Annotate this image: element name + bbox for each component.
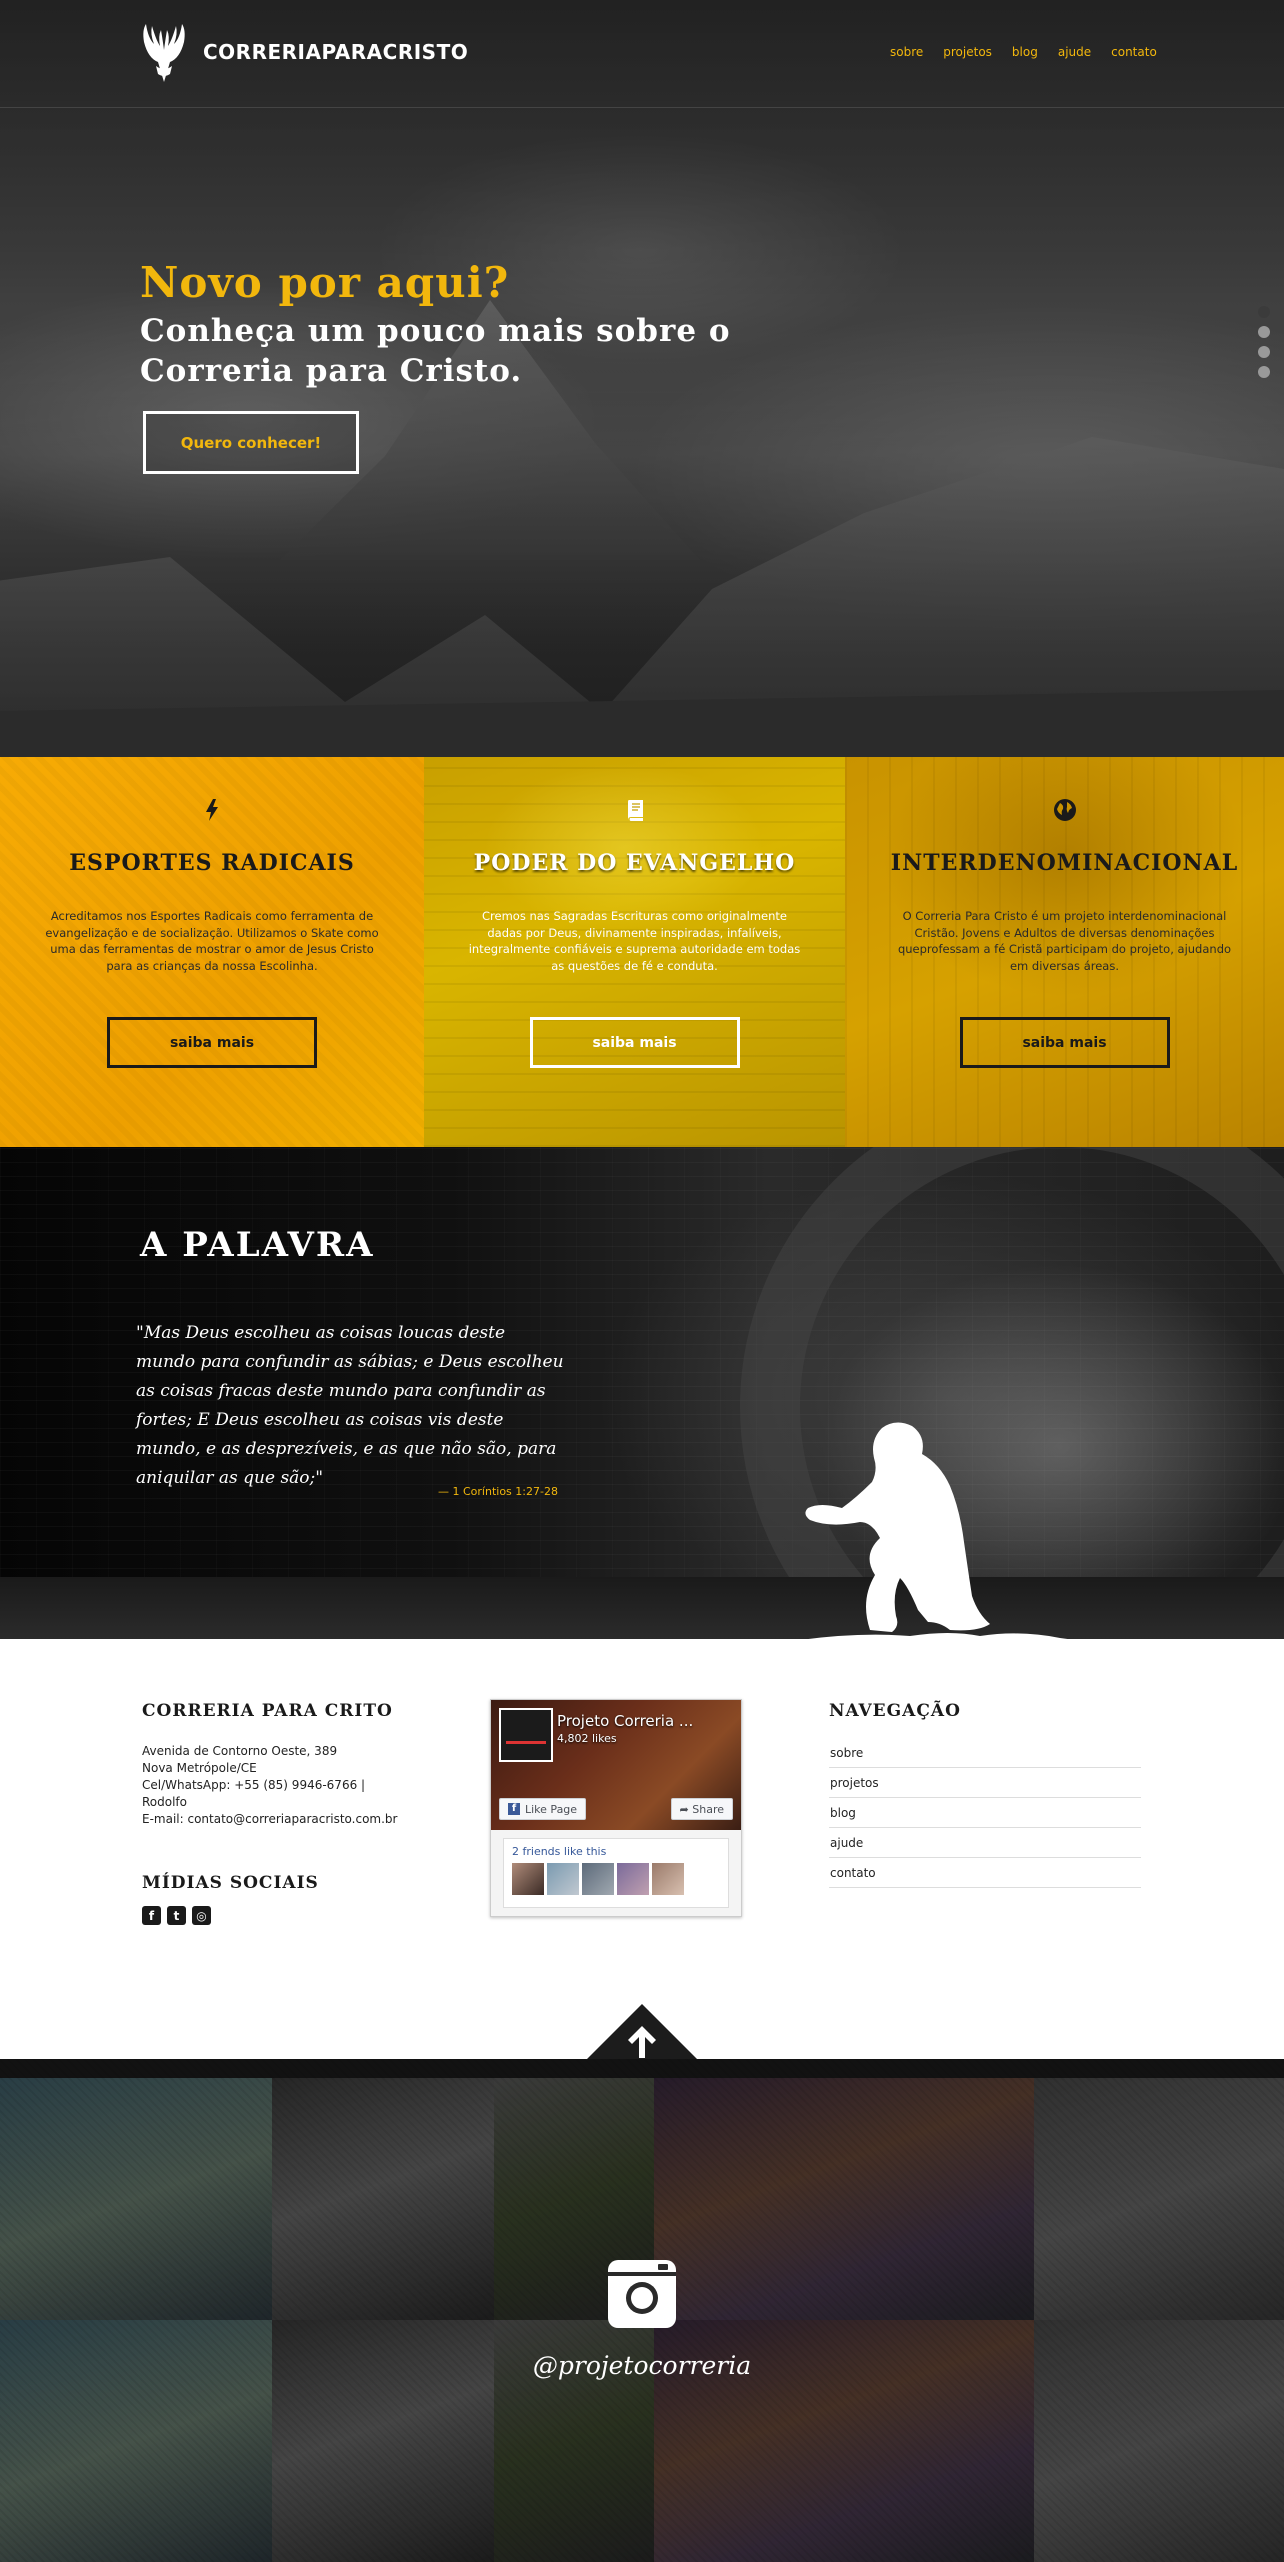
facebook-friends-box: 2 friends like this <box>503 1838 729 1908</box>
email-line[interactable]: E-mail: contato@correriaparacristo.com.b… <box>142 1811 412 1828</box>
saiba-mais-button[interactable]: saiba mais <box>959 1017 1170 1068</box>
arrow-up-icon[interactable] <box>626 2024 658 2060</box>
facebook-share-button[interactable]: ➦ Share <box>670 1798 733 1820</box>
footer-nav-sobre[interactable]: sobre <box>829 1738 1141 1768</box>
main-nav: sobre projetos blog ajude contato <box>890 45 1157 59</box>
nav-item-ajude[interactable]: ajude <box>1058 45 1091 59</box>
instagram-camera-icon[interactable] <box>608 2260 676 2328</box>
friend-avatar[interactable] <box>512 1863 544 1895</box>
contact-address: Avenida de Contorno Oeste, 389 Nova Metr… <box>142 1743 412 1828</box>
bible-quote: "Mas Deus escolheu as coisas loucas dest… <box>136 1323 564 1488</box>
feature-title: ESPORTES RADICAIS <box>69 850 355 876</box>
globe-icon <box>1053 799 1076 821</box>
nav-item-projetos[interactable]: projetos <box>943 45 992 59</box>
feature-interdenominacional: INTERDENOMINACIONAL O Correria Para Cris… <box>845 757 1284 1147</box>
footer-nav-ajude[interactable]: ajude <box>829 1828 1141 1858</box>
feature-title: INTERDENOMINACIONAL <box>890 850 1239 876</box>
nav-item-blog[interactable]: blog <box>1012 45 1038 59</box>
praying-man-silhouette <box>800 1422 1090 1650</box>
share-label: Share <box>692 1802 724 1816</box>
facebook-page-widget[interactable]: Projeto Correria ... 4,802 likes f Like P… <box>490 1699 742 1917</box>
facebook-page-name[interactable]: Projeto Correria ... <box>557 1712 693 1730</box>
slider-dot[interactable] <box>1258 366 1270 378</box>
section-title: A PALAVRA <box>140 1225 375 1265</box>
slider-dots <box>1258 306 1270 386</box>
bible-citation: — 1 Coríntios 1:27-28 <box>438 1485 558 1498</box>
about-title: CORRERIA PARA CRITO <box>142 1701 393 1721</box>
wings-logo-icon[interactable] <box>142 22 186 84</box>
feature-esportes-radicais: ESPORTES RADICAIS Acreditamos nos Esport… <box>0 757 424 1147</box>
feature-text: O Correria Para Cristo é um projeto inte… <box>897 909 1232 973</box>
saiba-mais-button[interactable]: saiba mais <box>107 1017 317 1068</box>
feature-text: Acreditamos nos Esportes Radicais como f… <box>45 909 379 973</box>
friend-avatar[interactable] <box>582 1863 614 1895</box>
slider-dot[interactable] <box>1258 306 1270 318</box>
social-title: MÍDIAS SOCIAIS <box>142 1873 319 1893</box>
twitter-icon[interactable]: t <box>167 1906 186 1925</box>
friend-avatars <box>512 1863 684 1895</box>
address-line: Nova Metrópole/CE <box>142 1761 257 1775</box>
nav-title: NAVEGAÇÃO <box>829 1701 961 1721</box>
features-section: ESPORTES RADICAIS Acreditamos nos Esport… <box>0 757 1284 1147</box>
footer-nav-blog[interactable]: blog <box>829 1798 1141 1828</box>
facebook-page-avatar[interactable] <box>499 1708 553 1762</box>
book-icon <box>627 800 643 821</box>
brand-name[interactable]: CORRERIAPARACRISTO <box>203 40 468 64</box>
lightning-icon <box>206 799 218 821</box>
address-line: Avenida de Contorno Oeste, 389 <box>142 1744 338 1758</box>
friend-avatar[interactable] <box>652 1863 684 1895</box>
friend-avatar[interactable] <box>547 1863 579 1895</box>
friend-avatar[interactable] <box>617 1863 649 1895</box>
feature-text: Cremos nas Sagradas Escrituras como orig… <box>468 909 801 973</box>
quero-conhecer-button[interactable]: Quero conhecer! <box>143 411 359 474</box>
social-links: f t ◎ <box>142 1906 211 1925</box>
facebook-icon: f <box>508 1803 520 1815</box>
nav-item-contato[interactable]: contato <box>1111 45 1157 59</box>
slider-dot[interactable] <box>1258 326 1270 338</box>
footer-info: CORRERIA PARA CRITO Avenida de Contorno … <box>0 1639 1284 2059</box>
friends-like-text[interactable]: 2 friends like this <box>512 1845 606 1858</box>
feature-title: PODER DO EVANGELHO <box>473 850 796 876</box>
slider-dot[interactable] <box>1258 346 1270 358</box>
facebook-icon[interactable]: f <box>142 1906 161 1925</box>
facebook-like-button[interactable]: f Like Page <box>499 1798 587 1820</box>
footer-nav-projetos[interactable]: projetos <box>829 1768 1141 1798</box>
top-navbar: CORRERIAPARACRISTO sobre projetos blog a… <box>0 0 1284 108</box>
share-icon: ➦ <box>679 1802 693 1816</box>
saiba-mais-button[interactable]: saiba mais <box>529 1017 740 1068</box>
nav-item-sobre[interactable]: sobre <box>890 45 923 59</box>
facebook-likes-count: 4,802 likes <box>557 1732 617 1745</box>
like-label: Like Page <box>525 1802 578 1816</box>
hero-text: Novo por aqui? Conheça um pouco mais sob… <box>140 258 740 391</box>
footer-nav-contato[interactable]: contato <box>829 1858 1141 1888</box>
instagram-icon[interactable]: ◎ <box>192 1906 211 1925</box>
hero-title: Novo por aqui? <box>140 258 510 307</box>
phone-line: Cel/WhatsApp: +55 (85) 9946-6766 | Rodol… <box>142 1778 366 1809</box>
instagram-handle[interactable]: @projetocorreria <box>0 2351 1284 2380</box>
hero-subtitle: Conheça um pouco mais sobre o Correria p… <box>140 313 731 389</box>
feature-poder-do-evangelho: PODER DO EVANGELHO Cremos nas Sagradas E… <box>424 757 845 1147</box>
footer-nav: sobre projetos blog ajude contato <box>829 1738 1141 1888</box>
